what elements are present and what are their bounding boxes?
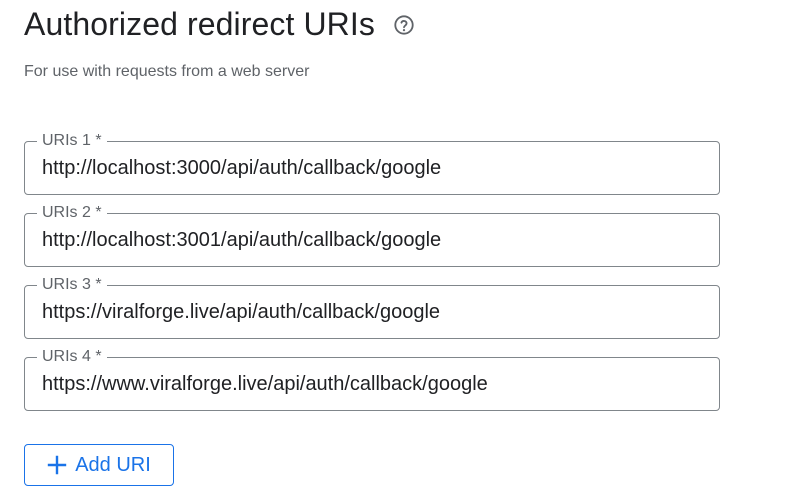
uri-field-4[interactable]: URIs 4 *: [24, 348, 720, 411]
uri-input-1[interactable]: [42, 154, 702, 182]
uri-field-label: URIs 3 *: [37, 276, 107, 294]
uri-field-3[interactable]: URIs 3 *: [24, 276, 720, 339]
uri-input-4[interactable]: [42, 370, 702, 398]
plus-icon: [47, 455, 67, 475]
add-uri-button[interactable]: Add URI: [24, 444, 174, 486]
add-uri-label: Add URI: [75, 454, 151, 476]
uri-field-label: URIs 1 *: [37, 132, 107, 150]
uri-input-3[interactable]: [42, 298, 702, 326]
uri-field-label: URIs 2 *: [37, 204, 107, 222]
section-header: Authorized redirect URIs: [24, 2, 415, 46]
uri-field-1[interactable]: URIs 1 *: [24, 132, 720, 195]
uri-field-2[interactable]: URIs 2 *: [24, 204, 720, 267]
uri-input-2[interactable]: [42, 226, 702, 254]
section-subtitle: For use with requests from a web server: [24, 63, 310, 80]
uri-field-label: URIs 4 *: [37, 348, 107, 366]
help-icon[interactable]: [393, 14, 415, 36]
section-title: Authorized redirect URIs: [24, 6, 375, 42]
